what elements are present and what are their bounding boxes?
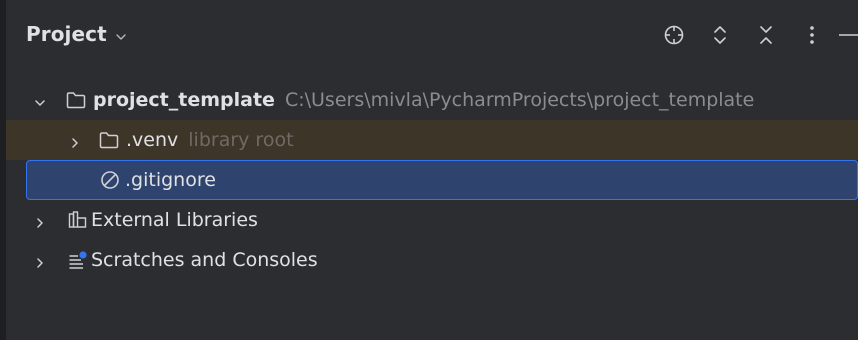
chevron-right-icon[interactable]	[33, 213, 47, 228]
tree-item-scratches[interactable]: Scratches and Consoles	[6, 240, 858, 280]
tree-item-project-root[interactable]: project_template C:\Users\mivla\PycharmP…	[6, 80, 858, 120]
tree-item-hint: library root	[188, 129, 294, 151]
more-options-icon[interactable]	[794, 18, 830, 52]
tree-item-label: .venv	[126, 129, 179, 151]
project-tool-window: Project project_template C:\Users\mivla\…	[0, 0, 858, 340]
folder-icon	[98, 129, 120, 151]
chevron-right-icon[interactable]	[68, 133, 82, 148]
tree-item-label: Scratches and Consoles	[91, 249, 318, 271]
tree-item-label: External Libraries	[91, 209, 258, 231]
tree-item-label: project_template	[93, 89, 275, 111]
header-actions	[646, 18, 858, 52]
tool-window-header: Project	[6, 0, 858, 68]
tool-window-title: Project	[26, 22, 107, 46]
folder-icon	[65, 89, 87, 111]
tree-item-venv[interactable]: .venv library root	[6, 120, 858, 160]
tree-item-path: C:\Users\mivla\PycharmProjects\project_t…	[284, 89, 755, 111]
tree-item-gitignore[interactable]: .gitignore	[26, 160, 858, 200]
scratches-icon	[67, 249, 89, 271]
hide-panel-icon[interactable]	[832, 18, 858, 52]
library-icon	[67, 209, 89, 231]
chevron-down-icon	[115, 28, 127, 40]
tree-item-label: .gitignore	[125, 169, 216, 191]
ignored-file-icon	[99, 169, 121, 191]
project-tree: project_template C:\Users\mivla\PycharmP…	[6, 80, 858, 280]
tree-item-external-libraries[interactable]: External Libraries	[6, 200, 858, 240]
locate-icon[interactable]	[656, 18, 692, 52]
chevron-down-icon[interactable]	[33, 93, 47, 107]
expand-all-icon[interactable]	[702, 18, 738, 52]
project-view-selector[interactable]: Project	[26, 22, 127, 46]
chevron-right-icon[interactable]	[33, 253, 47, 268]
collapse-all-icon[interactable]	[748, 18, 784, 52]
